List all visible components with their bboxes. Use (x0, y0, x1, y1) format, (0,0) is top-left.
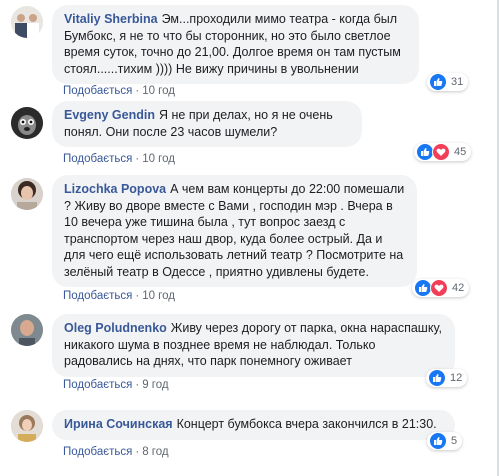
comment-bubble: Oleg Poludnenko Живу через дорогу от парк… (52, 314, 455, 377)
reactions-summary[interactable]: 5 (427, 432, 463, 450)
reactions-summary[interactable]: 12 (426, 369, 468, 387)
avatar[interactable] (11, 410, 43, 442)
reaction-count: 45 (454, 146, 467, 158)
reaction-count: 5 (451, 435, 458, 447)
avatar[interactable] (11, 178, 43, 210)
separator: · (135, 85, 140, 97)
comment-actions: Подобається · 8 год (63, 446, 169, 458)
comment-timestamp[interactable]: 8 год (142, 446, 168, 458)
comment-actions: Подобається · 10 год (63, 290, 175, 302)
comment-bubble: Evgeny Gendin Я не при делах, но я не оче… (52, 101, 362, 147)
like-link[interactable]: Подобається (63, 379, 132, 391)
comment-actions: Подобається · 10 год (63, 153, 175, 165)
comment-text: А чем вам концерты до 22:00 помешали ? Ж… (64, 182, 405, 279)
comment-actions: Подобається · 10 год (63, 85, 175, 97)
like-reaction-icon (429, 432, 447, 450)
comment-author[interactable]: Vitaliy Sherbina (64, 12, 158, 26)
separator: · (135, 379, 140, 391)
like-link[interactable]: Подобається (63, 85, 132, 97)
reaction-count: 12 (450, 372, 463, 384)
love-reaction-icon (430, 279, 448, 297)
comment-text: Концерт бумбокса вчера закончился в 21:3… (176, 417, 437, 431)
comment-author[interactable]: Evgeny Gendin (64, 108, 155, 122)
reaction-count: 42 (452, 282, 465, 294)
avatar[interactable] (11, 107, 43, 139)
separator: · (135, 290, 140, 302)
reactions-summary[interactable]: 31 (427, 73, 469, 91)
comment-timestamp[interactable]: 10 год (142, 85, 175, 97)
like-link[interactable]: Подобається (63, 290, 132, 302)
like-reaction-icon (428, 369, 446, 387)
comment-author[interactable]: Ирина Сочинская (64, 417, 173, 431)
avatar[interactable] (11, 314, 43, 346)
like-link[interactable]: Подобається (63, 446, 132, 458)
comment-author[interactable]: Oleg Poludnenko (64, 321, 167, 335)
separator: · (135, 153, 140, 165)
comment-actions: Подобається · 9 год (63, 379, 169, 391)
like-reaction-icon (429, 73, 447, 91)
reactions-summary[interactable]: 42 (412, 279, 470, 297)
comment-bubble: Lizochka Popova А чем вам концерты до 22:… (52, 175, 417, 287)
comment-timestamp[interactable]: 10 год (142, 153, 175, 165)
comment-bubble: Vitaliy Sherbina Эм...проходили мимо теат… (52, 5, 419, 84)
separator: · (135, 446, 140, 458)
reaction-count: 31 (451, 76, 464, 88)
comment-bubble: Ирина Сочинская Концерт бумбокса вчера за… (52, 410, 455, 440)
reactions-summary[interactable]: 45 (414, 143, 472, 161)
like-link[interactable]: Подобається (63, 153, 132, 165)
comment-timestamp[interactable]: 10 год (142, 290, 175, 302)
love-reaction-icon (432, 143, 450, 161)
comment-timestamp[interactable]: 9 год (142, 379, 168, 391)
avatar[interactable] (11, 6, 43, 38)
comment-author[interactable]: Lizochka Popova (64, 182, 166, 196)
